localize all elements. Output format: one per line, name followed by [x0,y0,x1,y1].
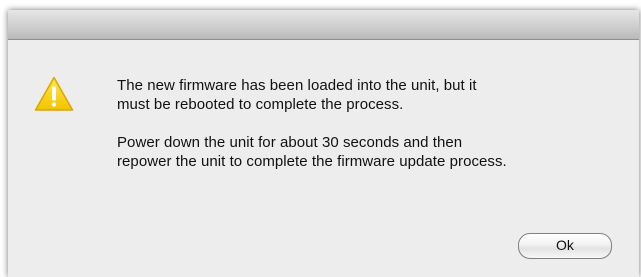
dialog-content: The new firmware has been loaded into th… [8,40,639,277]
message-paragraph-1: The new firmware has been loaded into th… [117,77,477,113]
ok-button[interactable]: Ok [518,233,612,259]
ok-button-label: Ok [556,237,574,253]
message-paragraph-2: Power down the unit for about 30 seconds… [117,134,507,170]
firmware-update-dialog: The new firmware has been loaded into th… [8,10,639,277]
dialog-titlebar[interactable] [8,10,639,40]
warning-icon [34,76,74,112]
dialog-message: The new firmware has been loaded into th… [117,76,627,190]
